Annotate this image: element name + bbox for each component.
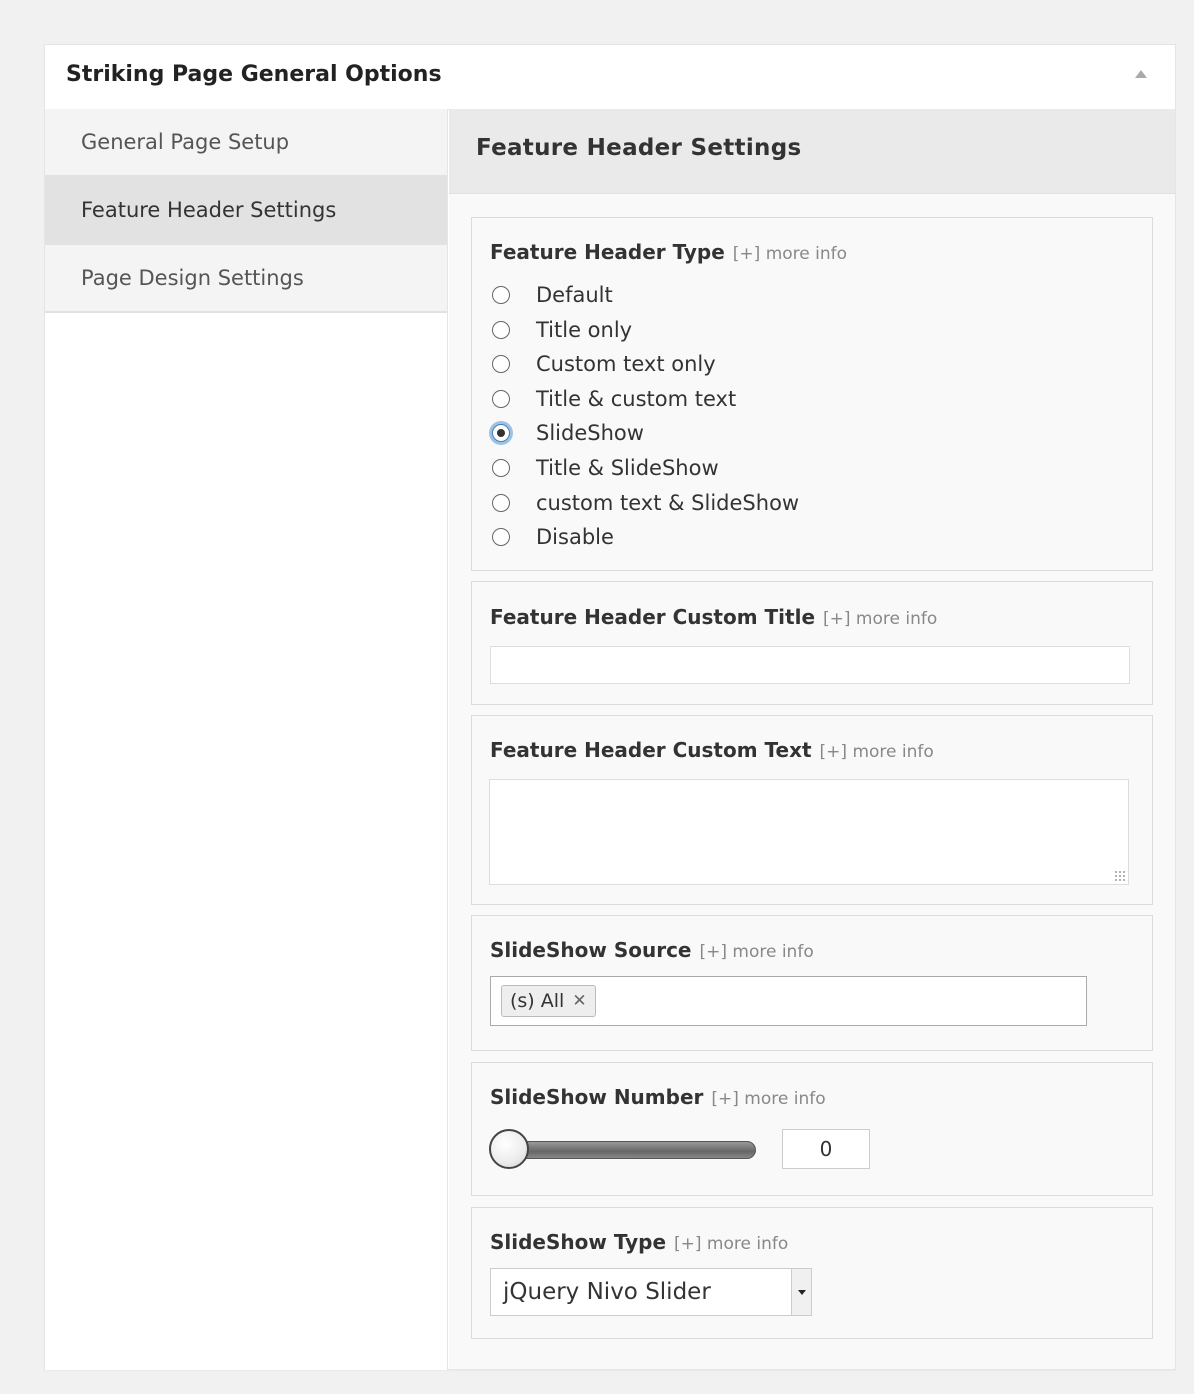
panel-title: Striking Page General Options	[66, 62, 442, 87]
options-panel: Striking Page General Options General Pa…	[44, 44, 1176, 1370]
section-label-text: Feature Header Custom Text	[490, 738, 812, 762]
more-info-link[interactable]: [+] more info	[711, 1089, 825, 1109]
sidebar-item-general-page-setup[interactable]: General Page Setup	[45, 109, 447, 177]
radio-option-default[interactable]: Default	[492, 280, 613, 310]
radio-label: Custom text only	[536, 352, 716, 376]
radio-option-custom-text-slideshow[interactable]: custom text & SlideShow	[492, 488, 799, 518]
slideshow-type-section: SlideShow Type [+] more info jQuery Nivo …	[471, 1207, 1153, 1339]
slideshow-type-label: SlideShow Type [+] more info	[490, 1230, 788, 1254]
section-label-text: Feature Header Custom Title	[490, 605, 816, 629]
radio-label: Title & SlideShow	[536, 456, 719, 480]
custom-title-label: Feature Header Custom Title [+] more info	[490, 605, 937, 629]
more-info-link[interactable]: [+] more info	[733, 244, 847, 264]
header-type-section: Feature Header Type [+] more info Default…	[471, 217, 1153, 571]
slideshow-number-section: SlideShow Number [+] more info 0	[471, 1062, 1153, 1196]
custom-title-section: Feature Header Custom Title [+] more info	[471, 581, 1153, 705]
sidebar-item-label: Feature Header Settings	[81, 198, 337, 222]
slider-handle[interactable]	[489, 1129, 529, 1169]
dropdown-arrow-icon[interactable]	[791, 1269, 811, 1315]
radio-option-custom-text-only[interactable]: Custom text only	[492, 349, 716, 379]
radio-button[interactable]	[492, 390, 510, 408]
radio-option-title-slideshow[interactable]: Title & SlideShow	[492, 453, 719, 483]
sidebar: General Page Setup Feature Header Settin…	[45, 109, 448, 1370]
radio-button[interactable]	[492, 286, 510, 304]
radio-option-title-custom-text[interactable]: Title & custom text	[492, 384, 736, 414]
radio-label: SlideShow	[536, 421, 644, 445]
radio-option-slideshow[interactable]: SlideShow	[492, 418, 644, 448]
sidebar-item-label: General Page Setup	[81, 130, 290, 154]
section-label-text: Feature Header Type	[490, 240, 725, 264]
more-info-link[interactable]: [+] more info	[674, 1234, 788, 1254]
sidebar-item-page-design-settings[interactable]: Page Design Settings	[45, 245, 447, 313]
collapse-arrow-icon[interactable]	[1135, 70, 1147, 78]
custom-text-textarea[interactable]	[489, 779, 1129, 885]
remove-tag-icon[interactable]: ✕	[572, 991, 586, 1011]
settings-content: Feature Header Settings Feature Header T…	[449, 109, 1175, 1369]
resize-handle-icon[interactable]	[1114, 870, 1126, 882]
select-value: jQuery Nivo Slider	[503, 1279, 711, 1305]
more-info-link[interactable]: [+] more info	[823, 609, 937, 629]
tag-label: (s) All	[510, 990, 565, 1012]
radio-label: custom text & SlideShow	[536, 491, 800, 515]
sidebar-item-label: Page Design Settings	[81, 266, 304, 290]
section-label-text: SlideShow Source	[490, 938, 692, 962]
radio-option-disable[interactable]: Disable	[492, 522, 614, 552]
custom-text-label: Feature Header Custom Text [+] more info	[490, 738, 934, 762]
radio-label: Disable	[536, 525, 614, 549]
slideshow-number-input[interactable]: 0	[782, 1129, 870, 1169]
source-tag: (s) All ✕	[501, 985, 596, 1017]
sidebar-item-feature-header-settings[interactable]: Feature Header Settings	[45, 177, 447, 245]
panel-header: Striking Page General Options	[45, 45, 1175, 110]
header-type-label: Feature Header Type [+] more info	[490, 240, 847, 264]
radio-button-selected[interactable]	[492, 424, 510, 442]
radio-button[interactable]	[492, 459, 510, 477]
radio-button[interactable]	[492, 494, 510, 512]
radio-button[interactable]	[492, 528, 510, 546]
content-header: Feature Header Settings	[449, 109, 1175, 194]
custom-title-input[interactable]	[490, 646, 1130, 684]
slideshow-source-input[interactable]: (s) All ✕	[490, 976, 1087, 1026]
radio-button[interactable]	[492, 321, 510, 339]
slideshow-source-label: SlideShow Source [+] more info	[490, 938, 814, 962]
slideshow-type-select[interactable]: jQuery Nivo Slider	[490, 1268, 812, 1316]
radio-label: Title only	[536, 318, 633, 342]
radio-label: Title & custom text	[536, 387, 737, 411]
slideshow-number-slider[interactable]	[492, 1141, 756, 1159]
section-label-text: SlideShow Type	[490, 1230, 667, 1254]
radio-label: Default	[536, 283, 613, 307]
content-title: Feature Header Settings	[476, 135, 802, 161]
more-info-link[interactable]: [+] more info	[820, 742, 934, 762]
radio-button[interactable]	[492, 355, 510, 373]
radio-option-title-only[interactable]: Title only	[492, 315, 632, 345]
section-label-text: SlideShow Number	[490, 1085, 704, 1109]
slideshow-number-label: SlideShow Number [+] more info	[490, 1085, 826, 1109]
slideshow-source-section: SlideShow Source [+] more info (s) All ✕	[471, 915, 1153, 1051]
custom-text-section: Feature Header Custom Text [+] more info	[471, 715, 1153, 905]
more-info-link[interactable]: [+] more info	[699, 942, 813, 962]
